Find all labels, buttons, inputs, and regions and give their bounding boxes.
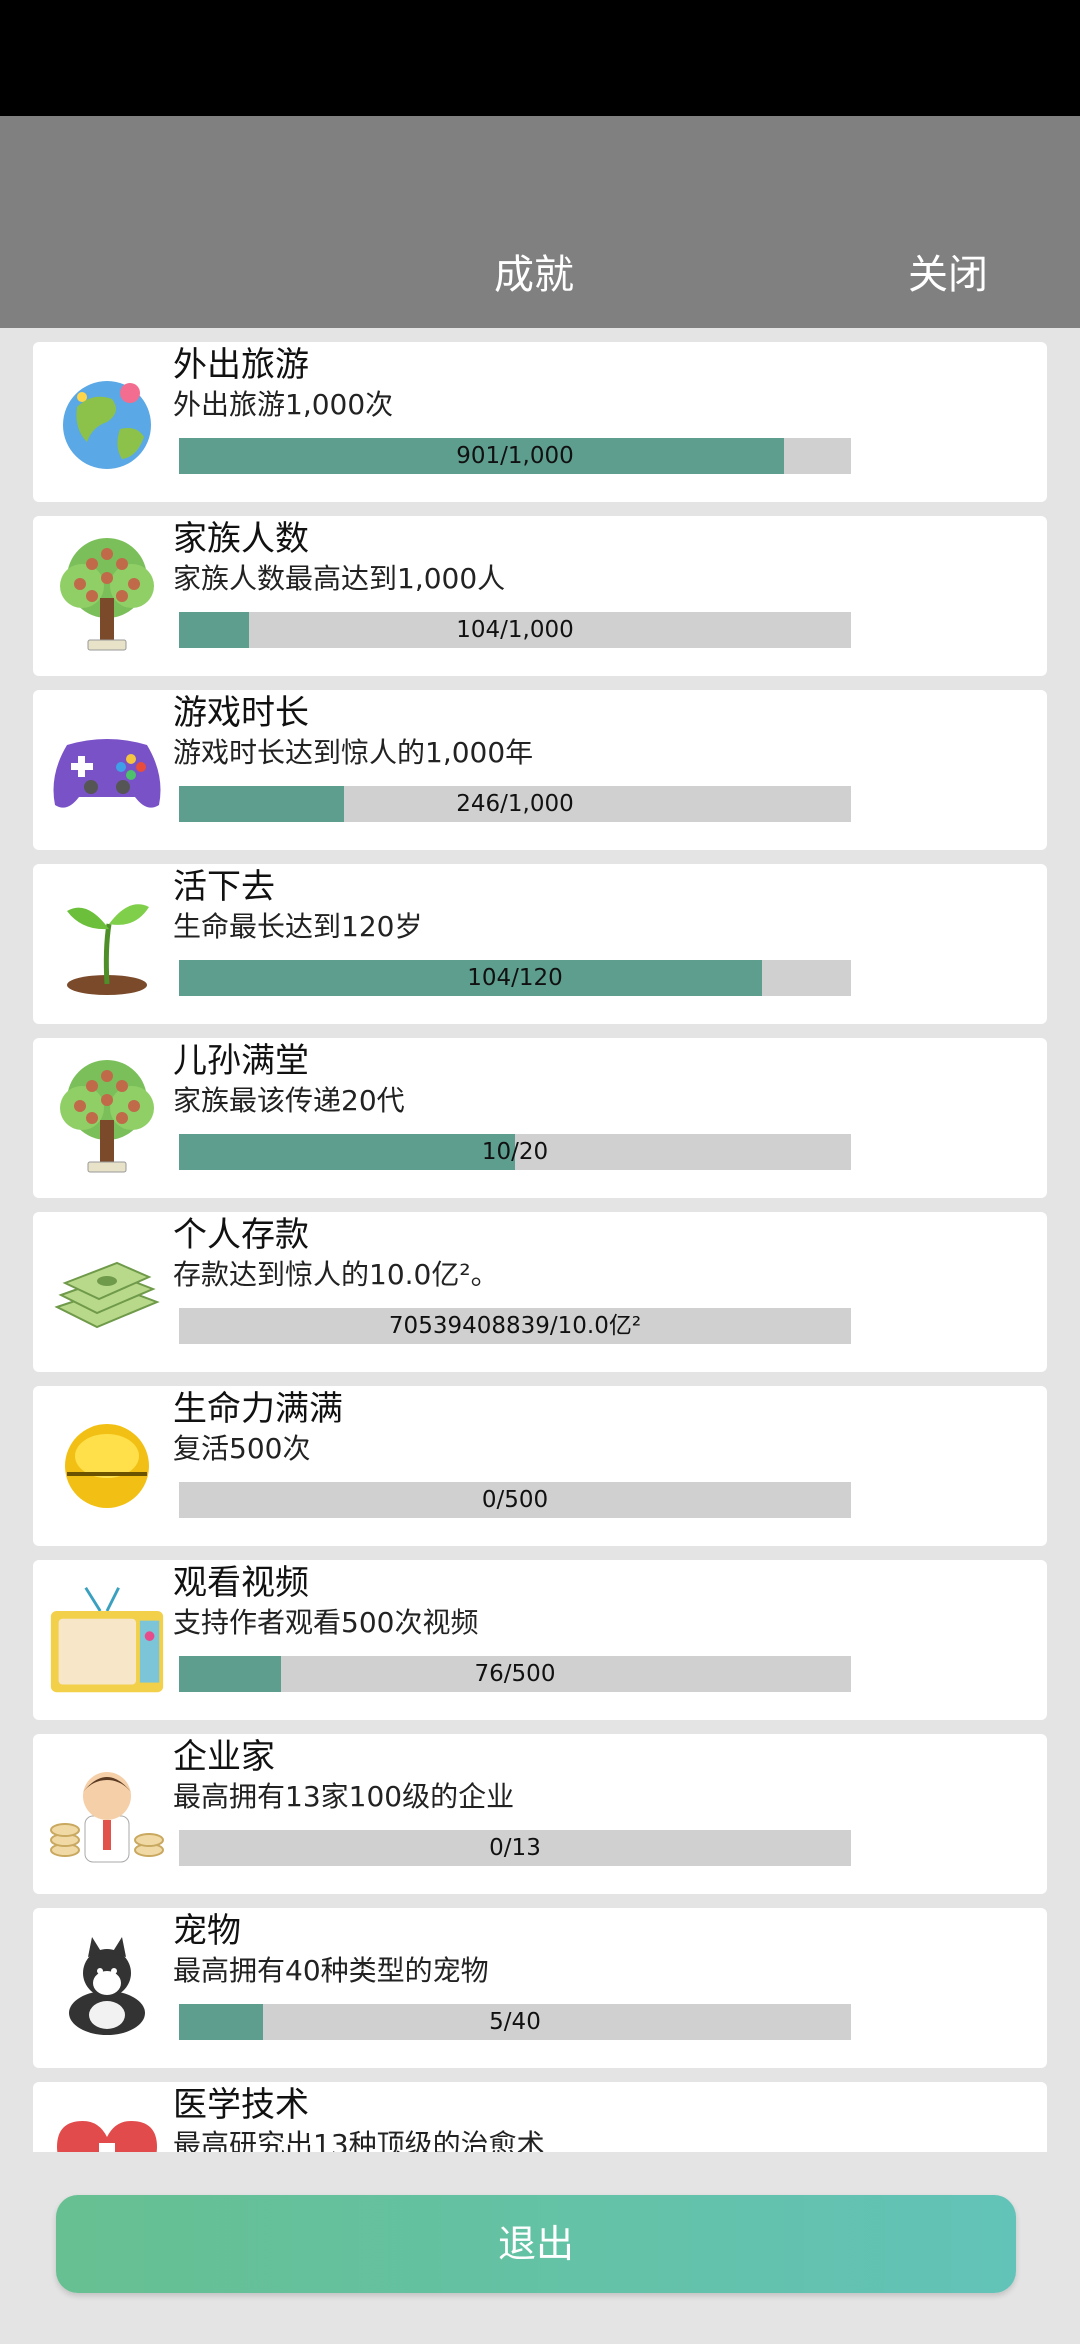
progress-label: 901/1,000: [456, 443, 574, 469]
progress-label: 10/20: [481, 1139, 549, 1165]
achievement-card[interactable]: 外出旅游 外出旅游1,000次 901/1,000: [33, 342, 1047, 502]
achievement-card[interactable]: 医学技术最高研究出13种顶级的治愈术: [33, 2082, 1047, 2152]
progress-bar: 246/1,000: [179, 786, 851, 822]
close-button[interactable]: 关闭: [908, 250, 988, 300]
achievement-name: 宠物: [173, 1911, 241, 1951]
businessman-icon: [47, 1754, 167, 1874]
achievement-card[interactable]: 生命力满满 复活500次 0/500: [33, 1386, 1047, 1546]
family-tree-icon: [47, 536, 167, 656]
sprout-icon: [47, 884, 167, 1004]
achievement-name: 儿孙满堂: [173, 1041, 309, 1081]
achievement-description: 生命最长达到120岁: [173, 910, 423, 943]
money-stack-icon: [47, 1232, 167, 1352]
progress-bar: 5/40: [179, 2004, 851, 2040]
progress-bar: 76/500: [179, 1656, 851, 1692]
achievement-description: 存款达到惊人的10.0亿²。: [173, 1258, 499, 1291]
achievement-card[interactable]: 游戏时长 游戏时长达到惊人的1,000年 246/1,000: [33, 690, 1047, 850]
progress-bar: 0/13: [179, 1830, 851, 1866]
achievement-description: 最高拥有13家100级的企业: [173, 1780, 515, 1813]
achievement-name: 企业家: [173, 1737, 275, 1777]
family-tree-icon: [47, 1058, 167, 1178]
progress-label: 104/120: [467, 965, 563, 991]
gamepad-icon: [47, 710, 167, 830]
achievement-description: 最高拥有40种类型的宠物: [173, 1954, 489, 1987]
achievement-description: 外出旅游1,000次: [173, 388, 394, 421]
progress-label: 0/500: [481, 1487, 549, 1513]
tv-icon: [47, 1580, 167, 1700]
achievement-description: 游戏时长达到惊人的1,000年: [173, 736, 534, 769]
progress-bar: 104/1,000: [179, 612, 851, 648]
progress-bar: 70539408839/10.0亿²: [179, 1308, 851, 1344]
dog-icon: [47, 1928, 167, 2048]
achievement-name: 家族人数: [173, 519, 309, 559]
progress-label: 76/500: [474, 1661, 556, 1687]
achievement-card[interactable]: 个人存款 存款达到惊人的10.0亿²。 70539408839/10.0亿²: [33, 1212, 1047, 1372]
achievement-card[interactable]: 儿孙满堂 家族最该传递20代 10/20: [33, 1038, 1047, 1198]
achievement-name: 观看视频: [173, 1563, 309, 1603]
achievement-card[interactable]: 企业家 最高拥有13家100级的企业 0/13: [33, 1734, 1047, 1894]
achievement-card[interactable]: 家族人数 家族人数最高达到1,000人 104/1,000: [33, 516, 1047, 676]
progress-label: 5/40: [489, 2009, 541, 2035]
progress-label: 70539408839/10.0亿²: [388, 1313, 642, 1339]
progress-bar: 104/120: [179, 960, 851, 996]
progress-label: 246/1,000: [456, 791, 574, 817]
achievement-name: 生命力满满: [173, 1389, 343, 1429]
achievement-name: 个人存款: [173, 1215, 309, 1255]
achievement-list[interactable]: 外出旅游 外出旅游1,000次 901/1,000 家族人数 家族人数最高达到1,00…: [0, 328, 1080, 2152]
exit-button[interactable]: 退出: [56, 2195, 1016, 2293]
status-bar: [0, 0, 1080, 116]
achievement-description: 支持作者观看500次视频: [173, 1606, 479, 1639]
achievement-card[interactable]: 宠物 最高拥有40种类型的宠物 5/40: [33, 1908, 1047, 2068]
progress-bar: 0/500: [179, 1482, 851, 1518]
gold-coin-icon: [47, 1406, 167, 1526]
achievement-description: 家族最该传递20代: [173, 1084, 405, 1117]
achievement-description: 复活500次: [173, 1432, 311, 1465]
achievement-card[interactable]: 观看视频 支持作者观看500次视频 76/500: [33, 1560, 1047, 1720]
progress-label: 0/13: [489, 1835, 541, 1861]
medical-heart-icon: [47, 2102, 167, 2152]
progress-label: 104/1,000: [456, 617, 574, 643]
progress-bar: 901/1,000: [179, 438, 851, 474]
header: 成就 关闭: [0, 116, 1080, 328]
achievement-name: 活下去: [173, 867, 275, 907]
achievement-name: 外出旅游: [173, 345, 309, 385]
achievement-name: 游戏时长: [173, 693, 309, 733]
progress-bar: 10/20: [179, 1134, 851, 1170]
achievement-description: 家族人数最高达到1,000人: [173, 562, 506, 595]
achievement-card[interactable]: 活下去 生命最长达到120岁 104/120: [33, 864, 1047, 1024]
achievement-name: 医学技术: [173, 2085, 309, 2125]
globe-icon: [47, 362, 167, 482]
achievement-description: 最高研究出13种顶级的治愈术: [173, 2128, 545, 2152]
